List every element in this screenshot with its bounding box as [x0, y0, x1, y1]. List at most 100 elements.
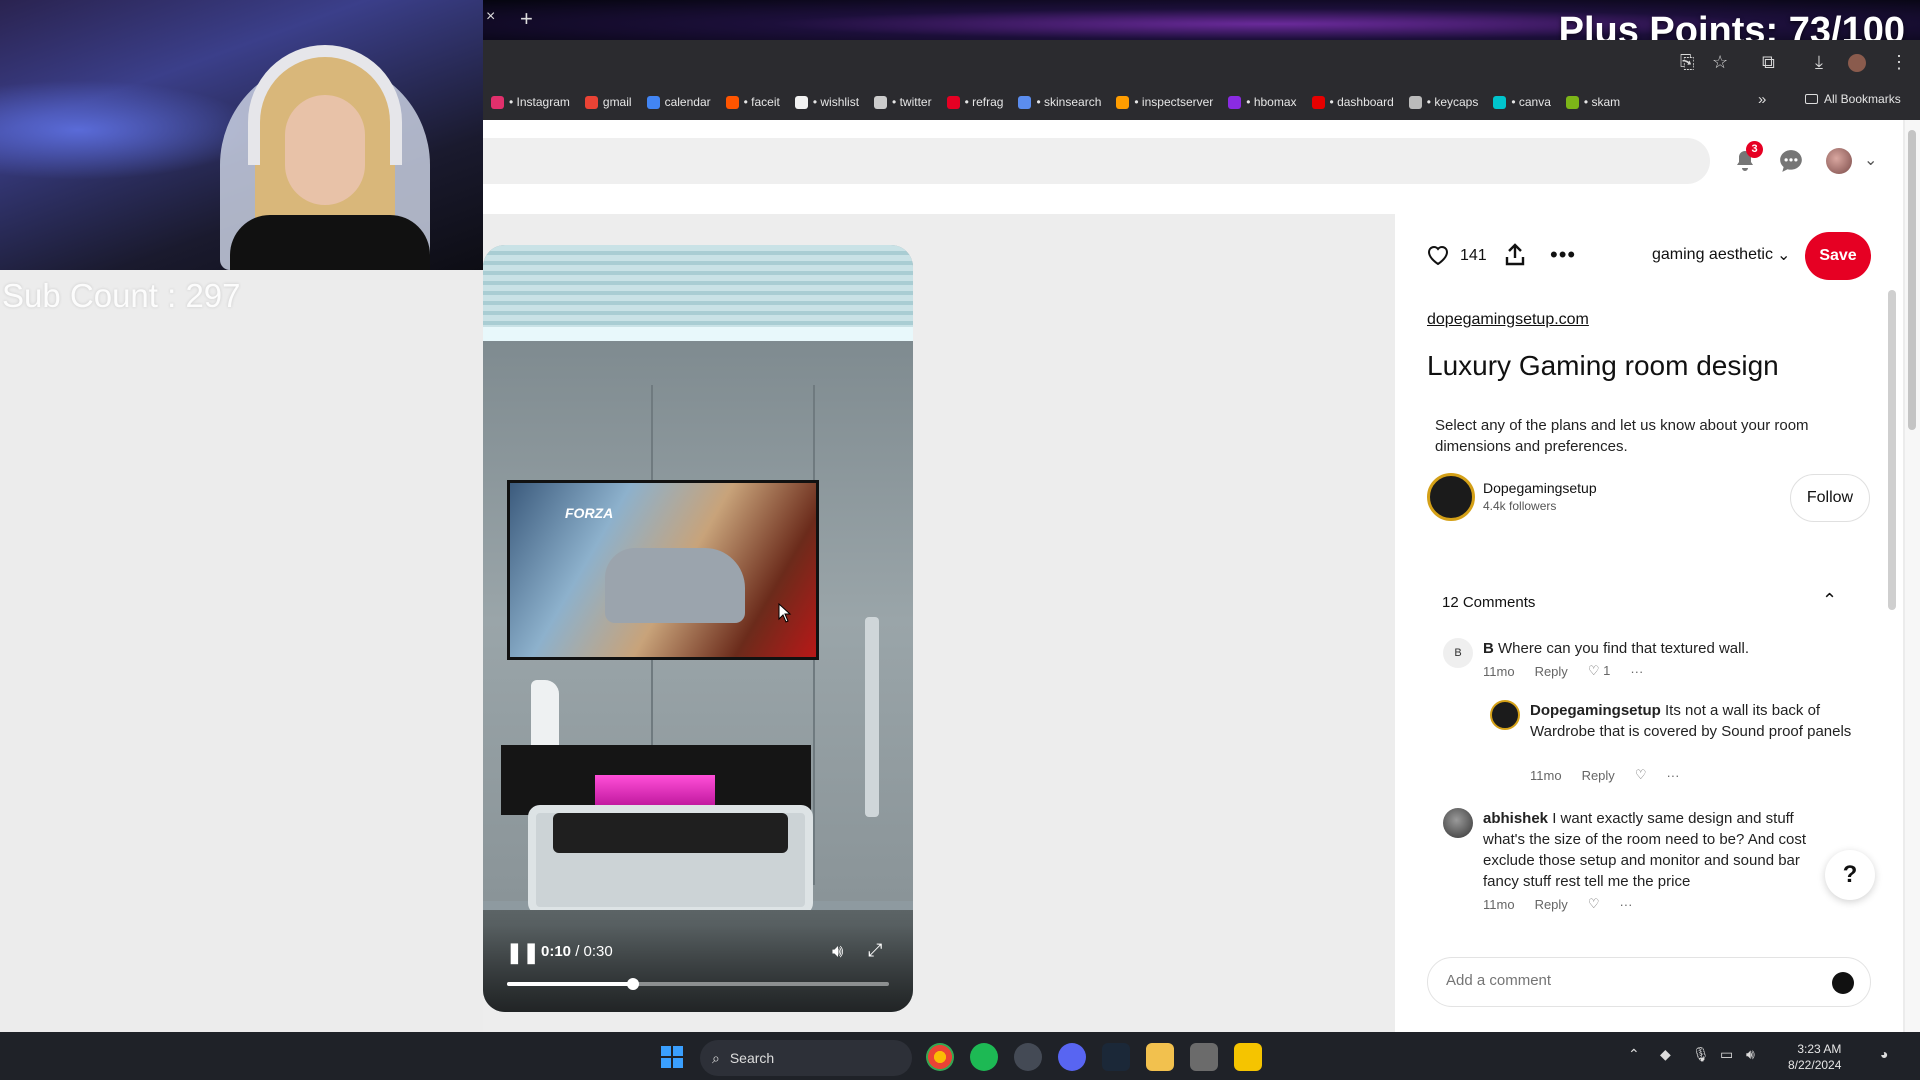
- bookmark-item[interactable]: • skinsearch: [1018, 95, 1101, 109]
- video-fireplace: [595, 775, 715, 805]
- comment-more-icon[interactable]: ···: [1619, 897, 1632, 912]
- file-explorer-taskbar-icon[interactable]: [1146, 1043, 1174, 1071]
- messages-icon[interactable]: [1778, 148, 1804, 174]
- bookmark-item[interactable]: • faceit: [725, 95, 780, 109]
- bookmark-label: calendar: [664, 95, 711, 109]
- bookmark-favicon-icon: [646, 95, 660, 109]
- comment-reply-button[interactable]: Reply: [1535, 664, 1568, 679]
- app-taskbar-icon[interactable]: [1234, 1043, 1262, 1071]
- bookmark-favicon-icon: [874, 95, 888, 109]
- save-button[interactable]: Save: [1805, 232, 1871, 280]
- bookmark-item[interactable]: • hbomax: [1228, 95, 1297, 109]
- bookmark-item[interactable]: • keycaps: [1408, 95, 1479, 109]
- comment-more-icon[interactable]: ···: [1666, 768, 1679, 783]
- new-tab-icon[interactable]: +: [520, 6, 540, 31]
- comment-author[interactable]: B: [1483, 640, 1494, 657]
- help-button[interactable]: ?: [1825, 850, 1875, 900]
- all-bookmarks-label: All Bookmarks: [1824, 92, 1901, 106]
- like-count: 141: [1460, 247, 1487, 264]
- bookmark-star-icon[interactable]: ☆: [1712, 52, 1728, 73]
- bookmark-item[interactable]: • twitter: [874, 95, 932, 109]
- fullscreen-icon[interactable]: ⤢: [868, 940, 882, 961]
- heart-icon[interactable]: ♡: [1588, 896, 1600, 912]
- account-chevron-down-icon[interactable]: ⌄: [1864, 150, 1877, 170]
- app-taskbar-icon[interactable]: [1014, 1043, 1042, 1071]
- bookmark-item[interactable]: • skam: [1565, 95, 1620, 109]
- extensions-icon[interactable]: ⧉: [1762, 52, 1775, 73]
- all-bookmarks-button[interactable]: All Bookmarks: [1805, 92, 1901, 106]
- source-link[interactable]: dopegamingsetup.com: [1427, 311, 1589, 329]
- bookmark-item[interactable]: • wishlist: [794, 95, 859, 109]
- bookmark-item[interactable]: • Instagram: [491, 95, 570, 109]
- comment-like[interactable]: ♡ 1: [1588, 663, 1611, 679]
- video-cove-light: [483, 327, 913, 341]
- bookmarks-more-icon[interactable]: »: [1758, 91, 1766, 108]
- volume-icon[interactable]: 🔊︎: [832, 941, 843, 962]
- add-comment-input[interactable]: [1446, 972, 1806, 989]
- notification-center-icon[interactable]: ◕: [1880, 1046, 1888, 1062]
- chevron-up-icon[interactable]: ⌃: [1822, 590, 1837, 611]
- tab-close-icon[interactable]: ×: [486, 8, 500, 30]
- comment-reply-button[interactable]: Reply: [1535, 897, 1568, 912]
- comments-header[interactable]: 12 Comments: [1442, 594, 1535, 611]
- bookmark-favicon-icon: [1565, 95, 1579, 109]
- video-progress-track[interactable]: [507, 978, 889, 990]
- bookmark-item[interactable]: • canva: [1493, 95, 1551, 109]
- creator-avatar[interactable]: [1427, 473, 1475, 521]
- bookmark-item[interactable]: • inspectserver: [1116, 95, 1213, 109]
- bookmark-item[interactable]: • dashboard: [1311, 95, 1394, 109]
- bookmark-favicon-icon: [584, 95, 598, 109]
- heart-icon[interactable]: ♡: [1635, 767, 1647, 783]
- steam-taskbar-icon[interactable]: [1102, 1043, 1130, 1071]
- add-comment-field[interactable]: [1427, 957, 1871, 1007]
- creator-name[interactable]: Dopegamingsetup: [1483, 480, 1597, 496]
- taskbar-search[interactable]: ⌕ Search: [700, 1040, 912, 1076]
- microphone-icon[interactable]: 🎙︎: [1692, 1046, 1710, 1063]
- bookmark-item[interactable]: gmail: [584, 95, 632, 109]
- video-progress-knob[interactable]: [627, 978, 640, 990]
- comment-age: 11mo: [1483, 896, 1515, 912]
- bookmark-item[interactable]: calendar: [646, 95, 711, 109]
- comment-author[interactable]: abhishek: [1483, 810, 1548, 827]
- install-icon[interactable]: ⎘: [1680, 52, 1694, 73]
- spotify-taskbar-icon[interactable]: [970, 1043, 998, 1071]
- sub-count-overlay: Sub Count : 297: [2, 277, 241, 314]
- profile-avatar-icon[interactable]: [1848, 54, 1866, 72]
- chevron-down-icon: ⌄: [1776, 247, 1791, 264]
- app-taskbar-icon[interactable]: [1190, 1043, 1218, 1071]
- page-scrollbar-thumb[interactable]: [1908, 130, 1916, 430]
- panel-scrollbar-thumb[interactable]: [1888, 290, 1896, 610]
- search-input[interactable]: [483, 138, 1710, 184]
- pause-icon[interactable]: ❚❚: [506, 940, 540, 965]
- comment-more-icon[interactable]: ···: [1630, 664, 1643, 679]
- discord-taskbar-icon[interactable]: [1058, 1043, 1086, 1071]
- comment-avatar[interactable]: [1490, 700, 1520, 730]
- comment-author[interactable]: Dopegamingsetup: [1530, 702, 1661, 719]
- comment-reply-button[interactable]: Reply: [1582, 768, 1615, 783]
- taskbar-clock[interactable]: 3:23 AM 8/22/2024: [1788, 1041, 1841, 1073]
- page-scrollbar[interactable]: [1905, 120, 1920, 1032]
- video-speaker: [865, 617, 879, 817]
- network-icon[interactable]: ▭: [1720, 1046, 1733, 1063]
- tray-overflow-icon[interactable]: ⌃: [1628, 1046, 1640, 1063]
- user-avatar[interactable]: [1826, 148, 1852, 174]
- tray-steam-icon[interactable]: ◆: [1660, 1046, 1671, 1063]
- bookmark-label: • keycaps: [1426, 95, 1479, 109]
- pin-video[interactable]: FORZA: [483, 245, 913, 1012]
- comment-avatar[interactable]: B: [1443, 638, 1473, 668]
- share-icon[interactable]: [1504, 243, 1526, 267]
- more-options-icon[interactable]: •••: [1550, 242, 1576, 268]
- download-icon[interactable]: ⤓: [1815, 52, 1823, 73]
- bookmark-item[interactable]: • refrag: [946, 95, 1003, 109]
- comment-avatar[interactable]: [1443, 808, 1473, 838]
- windows-start-icon[interactable]: [660, 1045, 684, 1069]
- menu-kebab-icon[interactable]: ⋮: [1890, 52, 1908, 73]
- address-bar[interactable]: [483, 40, 1920, 84]
- emoji-icon[interactable]: [1832, 972, 1854, 994]
- bookmark-favicon-icon: [1228, 95, 1242, 109]
- speaker-icon[interactable]: 🔊︎: [1746, 1046, 1755, 1063]
- board-select[interactable]: gaming aesthetic ⌄: [1652, 245, 1790, 265]
- chrome-taskbar-icon[interactable]: [926, 1043, 954, 1071]
- follow-button[interactable]: Follow: [1790, 474, 1870, 522]
- heart-icon[interactable]: [1426, 244, 1450, 266]
